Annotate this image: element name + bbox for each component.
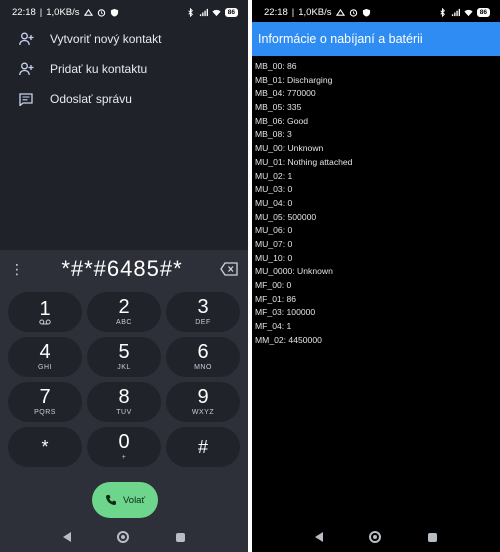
page-title: Informácie o nabíjaní a batérii — [258, 32, 423, 46]
home-icon[interactable] — [369, 531, 382, 543]
info-line: MB_08: 3 — [255, 129, 292, 140]
info-line: MU_03: 0 — [255, 184, 293, 195]
wifi-icon — [464, 9, 473, 16]
info-line: MB_01: Discharging — [255, 74, 333, 85]
shield-icon — [110, 8, 118, 17]
person-add-icon — [18, 31, 34, 47]
contact-actions-menu: Vytvoriť nový kontakt Pridať ku kontaktu… — [0, 24, 248, 114]
alarm-icon — [97, 8, 105, 17]
alarm-icon — [349, 8, 357, 17]
key-4[interactable]: 4 GHI — [8, 337, 82, 377]
status-bar: 22:18 | 1,0KB/s 86 — [252, 0, 500, 24]
phone-icon — [105, 495, 116, 505]
info-line: MU_00: Unknown — [255, 143, 324, 154]
signal-icon — [199, 8, 208, 16]
info-line: MF_03: 100000 — [255, 307, 316, 318]
key-hash[interactable]: # — [166, 427, 240, 467]
dialed-number: *#*#6485#* — [61, 256, 183, 281]
vpn-icon — [335, 8, 345, 16]
key-9[interactable]: 9 WXYZ — [166, 382, 240, 422]
info-line: MU_04: 0 — [255, 197, 293, 208]
info-line: MB_05: 335 — [255, 102, 302, 113]
key-2[interactable]: 2 ABC — [87, 292, 161, 332]
key-1[interactable]: 1 — [8, 292, 82, 332]
person-add-icon — [18, 61, 34, 77]
info-line: MU_02: 1 — [255, 170, 293, 181]
status-bar: 22:18 | 1,0KB/s 86 — [0, 0, 248, 24]
menu-item-label: Vytvoriť nový kontakt — [50, 32, 162, 46]
home-icon[interactable] — [117, 531, 130, 543]
battery-indicator: 86 — [224, 7, 238, 17]
key-3[interactable]: 3 DEF — [166, 292, 240, 332]
recent-apps-icon[interactable] — [175, 532, 185, 542]
app-bar: Informácie o nabíjaní a batérii — [252, 22, 500, 56]
status-time: 22:18 — [12, 6, 36, 18]
info-line: MM_02: 4450000 — [255, 334, 322, 345]
menu-item-send-message[interactable]: Odoslať správu — [0, 84, 248, 114]
voicemail-icon — [39, 319, 51, 325]
message-icon — [18, 91, 34, 107]
key-8[interactable]: 8 TUV — [87, 382, 161, 422]
info-line: MB_06: Good — [255, 115, 309, 126]
info-line: MU_01: Nothing attached — [255, 156, 353, 167]
menu-item-label: Odoslať správu — [50, 92, 132, 106]
recent-apps-icon[interactable] — [427, 532, 437, 542]
signal-icon — [451, 8, 460, 16]
back-icon[interactable] — [63, 532, 72, 542]
info-line: MU_0000: Unknown — [255, 266, 333, 277]
more-options-icon[interactable]: ⋮ — [10, 261, 24, 278]
back-icon[interactable] — [315, 532, 324, 542]
menu-item-label: Pridať ku kontaktu — [50, 62, 148, 76]
status-network-speed: 1,0KB/s — [46, 6, 80, 18]
dialpad: 1 2 ABC 3 DEF 4 GHI 5 JKL 6 MNO 7 PQRS 8… — [8, 292, 240, 467]
info-line: MF_00: 0 — [255, 280, 292, 290]
key-6[interactable]: 6 MNO — [166, 337, 240, 377]
dialed-number-bar: ⋮ *#*#6485#* — [0, 250, 248, 288]
info-line: MU_05: 500000 — [255, 211, 317, 222]
key-0[interactable]: 0 + — [87, 427, 161, 467]
navigation-bar — [252, 522, 500, 552]
info-line: MU_07: 0 — [255, 238, 293, 249]
key-star[interactable]: * — [8, 427, 82, 467]
info-line: MF_01: 86 — [255, 293, 297, 304]
navigation-bar — [0, 522, 248, 552]
menu-item-add-to-contact[interactable]: Pridať ku kontaktu — [0, 54, 248, 84]
battery-info-screen: 22:18 | 1,0KB/s 86 Informácie o nabíjaní… — [252, 0, 500, 552]
key-7[interactable]: 7 PQRS — [8, 382, 82, 422]
battery-info-list: MB_00: 86 MB_01: Discharging MB_04: 7700… — [255, 60, 497, 347]
call-button[interactable]: Volať — [92, 482, 158, 518]
info-line: MB_00: 86 — [255, 61, 297, 71]
status-time: 22:18 — [264, 6, 288, 18]
bluetooth-icon — [440, 7, 445, 17]
info-line: MF_04: 1 — [255, 321, 292, 332]
menu-item-create-contact[interactable]: Vytvoriť nový kontakt — [0, 24, 248, 54]
key-5[interactable]: 5 JKL — [87, 337, 161, 377]
info-line: MU_06: 0 — [255, 225, 293, 236]
status-network-speed: 1,0KB/s — [298, 6, 332, 18]
dialer-screen: 22:18 | 1,0KB/s 86 Vytvoriť nový kontakt… — [0, 0, 248, 552]
shield-icon — [362, 8, 370, 17]
bluetooth-icon — [188, 7, 193, 17]
wifi-icon — [212, 9, 221, 16]
battery-indicator: 86 — [476, 7, 490, 17]
info-line: MU_10: 0 — [255, 252, 293, 263]
backspace-icon[interactable] — [220, 262, 238, 276]
dialpad-panel: ⋮ *#*#6485#* 1 2 ABC 3 DEF 4 GHI 5 JKL 6… — [0, 250, 248, 552]
info-line: MB_04: 770000 — [255, 88, 316, 99]
call-button-label: Volať — [122, 494, 146, 506]
vpn-icon — [83, 8, 93, 16]
